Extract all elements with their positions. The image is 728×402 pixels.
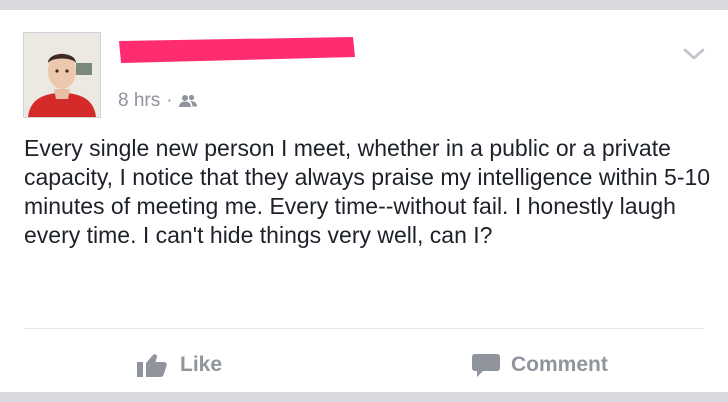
profile-photo [24,33,100,117]
separator-dot: · [166,90,173,111]
like-button[interactable]: Like [136,340,222,390]
post-card: 8 hrs · Every single new person I meet, … [0,10,728,392]
post-meta: 8 hrs · [118,88,197,114]
friends-icon[interactable] [178,94,197,108]
divider [24,328,704,329]
comment-label: Comment [511,353,608,376]
thumbs-up-icon [137,354,167,377]
chevron-down-icon[interactable] [682,46,706,62]
timestamp[interactable]: 8 hrs [118,90,160,112]
post-text: Every single new person I meet, whether … [24,135,711,248]
avatar[interactable] [23,32,101,118]
post-actions: Like Comment [0,340,728,390]
speech-bubble-icon [472,354,500,377]
like-label: Like [180,353,223,376]
redacted-name-marker [119,37,355,63]
comment-button[interactable]: Comment [471,340,608,390]
